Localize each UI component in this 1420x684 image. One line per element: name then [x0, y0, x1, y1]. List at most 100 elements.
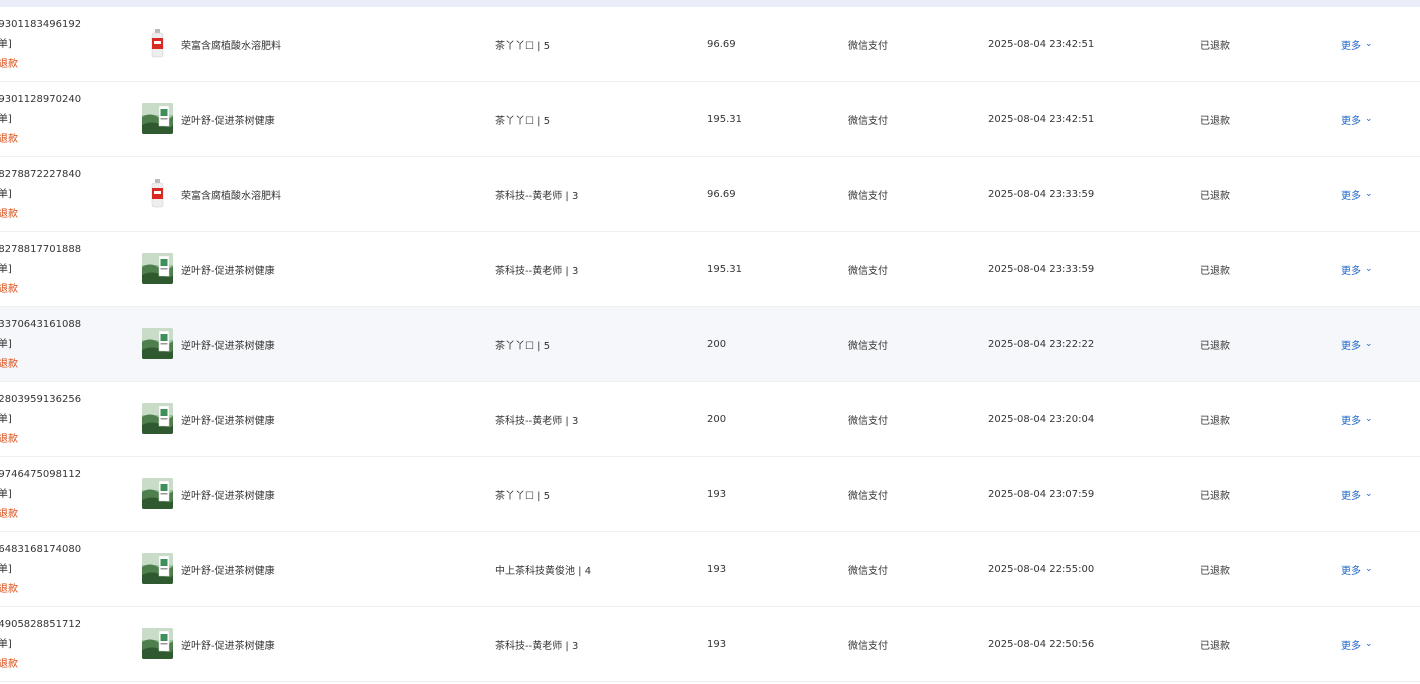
refund-status: 已退款 — [1200, 40, 1230, 52]
product-name: 荣富含腐植酸水溶肥料 — [181, 40, 281, 52]
more-label[interactable]: 更多 — [1341, 187, 1361, 202]
product-name: 荣富含腐植酸水溶肥料 — [181, 190, 281, 202]
refund-status: 已退款 — [1200, 115, 1230, 127]
order-info-cell: 34905828851712 [单] 退款 — [0, 615, 81, 675]
product-name: 逆叶舒-促进茶树健康 — [181, 340, 275, 352]
tea-garden-image — [142, 328, 173, 359]
chevron-down-icon[interactable]: ⌄ — [1365, 39, 1373, 49]
table-row[interactable]: 49301183496192 [单] 退款 荣富含腐植酸水溶肥料 茶丫丫☐ | … — [0, 7, 1420, 82]
payment-method: 微信支付 — [848, 340, 888, 352]
product-thumbnail — [142, 403, 173, 434]
payment-method: 微信支付 — [848, 190, 888, 202]
order-info-cell: 39746475098112 [单] 退款 — [0, 465, 81, 525]
chevron-down-icon[interactable]: ⌄ — [1365, 564, 1373, 574]
product-thumbnail — [142, 103, 173, 134]
table-row[interactable]: 36483168174080 [单] 退款 逆叶舒-促进茶树健康 中上茶科技黄俊… — [0, 532, 1420, 607]
tea-garden-image — [142, 628, 173, 659]
more-label[interactable]: 更多 — [1341, 262, 1361, 277]
order-info-cell: 49301183496192 [单] 退款 — [0, 15, 81, 75]
more-label[interactable]: 更多 — [1341, 487, 1361, 502]
order-type: [单] — [0, 339, 12, 350]
order-id: 34905828851712 — [0, 619, 82, 630]
chevron-down-icon[interactable]: ⌄ — [1365, 639, 1373, 649]
more-dropdown[interactable]: 更多 ⌄ — [1341, 307, 1373, 381]
table-row[interactable]: 43370643161088 [单] 退款 逆叶舒-促进茶树健康 茶丫丫☐ | … — [0, 307, 1420, 382]
order-info-cell: 48278817701888 [单] 退款 — [0, 240, 81, 300]
order-refund-status: 退款 — [0, 359, 18, 370]
more-dropdown[interactable]: 更多 ⌄ — [1341, 157, 1373, 231]
table-row[interactable]: 48278817701888 [单] 退款 逆叶舒-促进茶树健康 茶科技--黄老… — [0, 232, 1420, 307]
refund-status: 已退款 — [1200, 565, 1230, 577]
order-id: 48278817701888 — [0, 244, 82, 255]
technician: 茶丫丫☐ | 5 — [495, 40, 551, 52]
more-dropdown[interactable]: 更多 ⌄ — [1341, 532, 1373, 606]
table-row[interactable]: 39746475098112 [单] 退款 逆叶舒-促进茶树健康 茶丫丫☐ | … — [0, 457, 1420, 532]
table-row[interactable]: 48278872227840 [单] 退款 荣富含腐植酸水溶肥料 茶科技--黄老… — [0, 157, 1420, 232]
payment-method: 微信支付 — [848, 565, 888, 577]
more-dropdown[interactable]: 更多 ⌄ — [1341, 82, 1373, 156]
chevron-down-icon[interactable]: ⌄ — [1365, 114, 1373, 124]
more-label[interactable]: 更多 — [1341, 412, 1361, 427]
order-type: [单] — [0, 114, 12, 125]
table-row[interactable]: 42803959136256 [单] 退款 逆叶舒-促进茶树健康 茶科技--黄老… — [0, 382, 1420, 457]
more-label[interactable]: 更多 — [1341, 112, 1361, 127]
amount: 200 — [707, 338, 727, 350]
order-refund-status: 退款 — [0, 209, 18, 220]
order-type: [单] — [0, 414, 12, 425]
fertilizer-bottle-image — [142, 28, 173, 59]
more-dropdown[interactable]: 更多 ⌄ — [1341, 232, 1373, 306]
order-time: 2025-08-04 23:33:59 — [988, 188, 1095, 200]
more-dropdown[interactable]: 更多 ⌄ — [1341, 607, 1373, 681]
order-id: 49301128970240 — [0, 94, 82, 105]
more-label[interactable]: 更多 — [1341, 337, 1361, 352]
order-id: 36483168174080 — [0, 544, 82, 555]
more-dropdown[interactable]: 更多 ⌄ — [1341, 7, 1373, 81]
chevron-down-icon[interactable]: ⌄ — [1365, 189, 1373, 199]
chevron-down-icon[interactable]: ⌄ — [1365, 489, 1373, 499]
order-type: [单] — [0, 39, 12, 50]
tea-garden-image — [142, 553, 173, 584]
chevron-down-icon[interactable]: ⌄ — [1365, 339, 1373, 349]
refund-status: 已退款 — [1200, 415, 1230, 427]
technician: 茶丫丫☐ | 5 — [495, 340, 551, 352]
payment-method: 微信支付 — [848, 490, 888, 502]
order-refund-status: 退款 — [0, 509, 18, 520]
product-name: 逆叶舒-促进茶树健康 — [181, 415, 275, 427]
order-info-cell: 43370643161088 [单] 退款 — [0, 315, 81, 375]
refund-status: 已退款 — [1200, 640, 1230, 652]
payment-method: 微信支付 — [848, 415, 888, 427]
payment-method: 微信支付 — [848, 40, 888, 52]
order-info-cell: 42803959136256 [单] 退款 — [0, 390, 81, 450]
order-refund-status: 退款 — [0, 284, 18, 295]
refund-status: 已退款 — [1200, 190, 1230, 202]
more-dropdown[interactable]: 更多 ⌄ — [1341, 457, 1373, 531]
table-row[interactable]: 34905828851712 [单] 退款 逆叶舒-促进茶树健康 茶科技--黄老… — [0, 607, 1420, 682]
tea-garden-image — [142, 103, 173, 134]
amount: 195.31 — [707, 263, 742, 275]
technician: 茶科技--黄老师 | 3 — [495, 415, 579, 427]
more-label[interactable]: 更多 — [1341, 637, 1361, 652]
more-dropdown[interactable]: 更多 ⌄ — [1341, 382, 1373, 456]
chevron-down-icon[interactable]: ⌄ — [1365, 414, 1373, 424]
technician: 中上茶科技黄俊池 | 4 — [495, 565, 592, 577]
more-label[interactable]: 更多 — [1341, 37, 1361, 52]
table-row[interactable]: 49301128970240 [单] 退款 逆叶舒-促进茶树健康 茶丫丫☐ | … — [0, 82, 1420, 157]
product-name: 逆叶舒-促进茶树健康 — [181, 490, 275, 502]
refund-status: 已退款 — [1200, 265, 1230, 277]
order-id: 42803959136256 — [0, 394, 82, 405]
order-info-cell: 36483168174080 [单] 退款 — [0, 540, 81, 600]
order-id: 39746475098112 — [0, 469, 82, 480]
tea-garden-image — [142, 403, 173, 434]
order-info-cell: 48278872227840 [单] 退款 — [0, 165, 81, 225]
order-time: 2025-08-04 23:22:22 — [988, 338, 1095, 350]
table-header-strip — [0, 0, 1420, 7]
more-label[interactable]: 更多 — [1341, 562, 1361, 577]
product-name: 逆叶舒-促进茶树健康 — [181, 265, 275, 277]
order-id: 49301183496192 — [0, 19, 82, 30]
amount: 195.31 — [707, 113, 742, 125]
order-time: 2025-08-04 23:42:51 — [988, 113, 1095, 125]
order-id: 43370643161088 — [0, 319, 82, 330]
technician: 茶科技--黄老师 | 3 — [495, 640, 579, 652]
order-refund-status: 退款 — [0, 434, 18, 445]
chevron-down-icon[interactable]: ⌄ — [1365, 264, 1373, 274]
